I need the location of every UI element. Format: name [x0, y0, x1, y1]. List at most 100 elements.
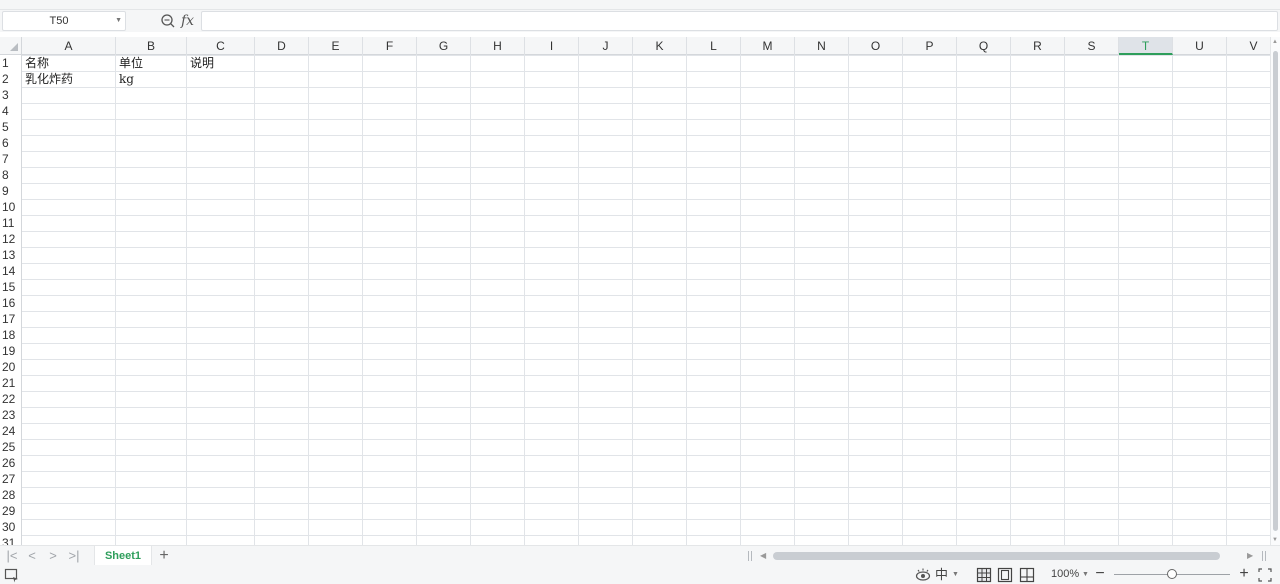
next-sheet-icon[interactable]: >	[45, 546, 61, 566]
column-header-g[interactable]: G	[417, 37, 471, 55]
column-header-q[interactable]: Q	[957, 37, 1011, 55]
scroll-down-icon[interactable]: ▼	[1272, 537, 1278, 543]
zoom-level[interactable]: 100%	[1051, 565, 1079, 584]
macro-record-icon[interactable]	[4, 567, 20, 583]
row-header-7[interactable]: 7	[0, 151, 22, 167]
name-box[interactable]: T50 ▼	[2, 11, 126, 31]
zoom-slider-knob[interactable]	[1167, 569, 1177, 579]
column-header-n[interactable]: N	[795, 37, 849, 55]
fullscreen-icon[interactable]	[1258, 567, 1272, 583]
sheet-tab-bar: |< < > >| Sheet1 + ◀ ▶	[0, 545, 1280, 566]
formula-input[interactable]	[201, 11, 1278, 31]
sheet-tab[interactable]: Sheet1	[94, 546, 152, 566]
vertical-scroll-thumb[interactable]	[1273, 51, 1278, 531]
name-box-value: T50	[49, 15, 69, 27]
status-bar: 中 ▼ 100% ▼ − +	[0, 565, 1280, 584]
row-header-17[interactable]: 17	[0, 311, 22, 327]
fx-icon[interactable]: fx	[181, 10, 194, 32]
cell-a1[interactable]: 名称	[22, 55, 116, 71]
cell-a2[interactable]: 乳化炸药	[22, 71, 116, 87]
column-header-r[interactable]: R	[1011, 37, 1065, 55]
column-header-b[interactable]: B	[116, 37, 187, 55]
row-header-13[interactable]: 13	[0, 247, 22, 263]
scroll-up-icon[interactable]: ▲	[1272, 39, 1278, 45]
row-header-5[interactable]: 5	[0, 119, 22, 135]
top-strip	[0, 0, 1280, 10]
column-header-m[interactable]: M	[741, 37, 795, 55]
zoom-search-icon[interactable]	[160, 12, 176, 30]
row-header-21[interactable]: 21	[0, 375, 22, 391]
column-header-k[interactable]: K	[633, 37, 687, 55]
zoom-in-button[interactable]: +	[1237, 565, 1251, 584]
horizontal-scroll-thumb[interactable]	[773, 552, 1220, 560]
column-header-h[interactable]: H	[471, 37, 525, 55]
split-handle-icon[interactable]	[748, 551, 752, 561]
scroll-right-icon[interactable]: ▶	[1247, 546, 1253, 566]
ime-button[interactable]: 中	[935, 565, 948, 584]
row-header-23[interactable]: 23	[0, 407, 22, 423]
column-header-j[interactable]: J	[579, 37, 633, 55]
row-header-29[interactable]: 29	[0, 503, 22, 519]
row-header-19[interactable]: 19	[0, 343, 22, 359]
add-sheet-button[interactable]: +	[156, 546, 172, 566]
cell-b2[interactable]: kg	[116, 71, 187, 87]
row-header-26[interactable]: 26	[0, 455, 22, 471]
row-header-9[interactable]: 9	[0, 183, 22, 199]
row-header-14[interactable]: 14	[0, 263, 22, 279]
column-header-f[interactable]: F	[363, 37, 417, 55]
zoom-out-button[interactable]: −	[1094, 565, 1106, 584]
cell-c2[interactable]	[187, 71, 255, 87]
column-header-c[interactable]: C	[187, 37, 255, 55]
row-header-30[interactable]: 30	[0, 519, 22, 535]
cell-b1[interactable]: 单位	[116, 55, 187, 71]
column-header-p[interactable]: P	[903, 37, 957, 55]
scroll-left-icon[interactable]: ◀	[760, 546, 766, 566]
gridlines	[0, 55, 1280, 545]
row-header-15[interactable]: 15	[0, 279, 22, 295]
prev-sheet-icon[interactable]: <	[24, 546, 40, 566]
column-header-d[interactable]: D	[255, 37, 309, 55]
row-header-27[interactable]: 27	[0, 471, 22, 487]
column-header-t[interactable]: T	[1119, 37, 1173, 55]
row-header-6[interactable]: 6	[0, 135, 22, 151]
row-header-25[interactable]: 25	[0, 439, 22, 455]
split-handle-right-icon[interactable]	[1262, 551, 1266, 561]
eye-protection-icon[interactable]	[915, 567, 931, 583]
row-header-1[interactable]: 1	[0, 55, 22, 71]
column-header-i[interactable]: I	[525, 37, 579, 55]
page-layout-view-icon[interactable]	[997, 567, 1013, 583]
last-sheet-icon[interactable]: >|	[66, 546, 82, 566]
row-header-8[interactable]: 8	[0, 167, 22, 183]
formula-bar: T50 ▼ fx	[0, 10, 1280, 32]
column-header-e[interactable]: E	[309, 37, 363, 55]
cell-c1[interactable]: 说明	[187, 55, 255, 71]
row-header-16[interactable]: 16	[0, 295, 22, 311]
row-header-4[interactable]: 4	[0, 103, 22, 119]
zoom-dropdown-icon[interactable]: ▼	[1082, 565, 1089, 584]
row-header-3[interactable]: 3	[0, 87, 22, 103]
row-header-2[interactable]: 2	[0, 71, 22, 87]
column-header-l[interactable]: L	[687, 37, 741, 55]
select-all-corner[interactable]	[0, 37, 22, 55]
vertical-scrollbar[interactable]: ▲ ▼	[1270, 37, 1280, 545]
column-header-s[interactable]: S	[1065, 37, 1119, 55]
normal-view-icon[interactable]	[976, 567, 992, 583]
column-header-o[interactable]: O	[849, 37, 903, 55]
first-sheet-icon[interactable]: |<	[4, 546, 20, 566]
spreadsheet-grid[interactable]: ABCDEFGHIJKLMNOPQRSTUV 1 2 3 4 5 6 7 8 9 10 11 12 13…	[0, 37, 1280, 545]
page-break-view-icon[interactable]	[1019, 567, 1035, 583]
row-header-20[interactable]: 20	[0, 359, 22, 375]
row-header-18[interactable]: 18	[0, 327, 22, 343]
column-header-a[interactable]: A	[22, 37, 116, 55]
ime-dropdown-icon[interactable]: ▼	[952, 565, 959, 584]
row-header-10[interactable]: 10	[0, 199, 22, 215]
row-header-12[interactable]: 12	[0, 231, 22, 247]
row-header-24[interactable]: 24	[0, 423, 22, 439]
column-header-u[interactable]: U	[1173, 37, 1227, 55]
name-box-dropdown-icon[interactable]: ▼	[115, 12, 122, 30]
column-headers: ABCDEFGHIJKLMNOPQRSTUV	[22, 37, 1280, 55]
row-header-28[interactable]: 28	[0, 487, 22, 503]
row-header-22[interactable]: 22	[0, 391, 22, 407]
row-header-11[interactable]: 11	[0, 215, 22, 231]
row-header-31[interactable]: 31	[0, 535, 22, 545]
